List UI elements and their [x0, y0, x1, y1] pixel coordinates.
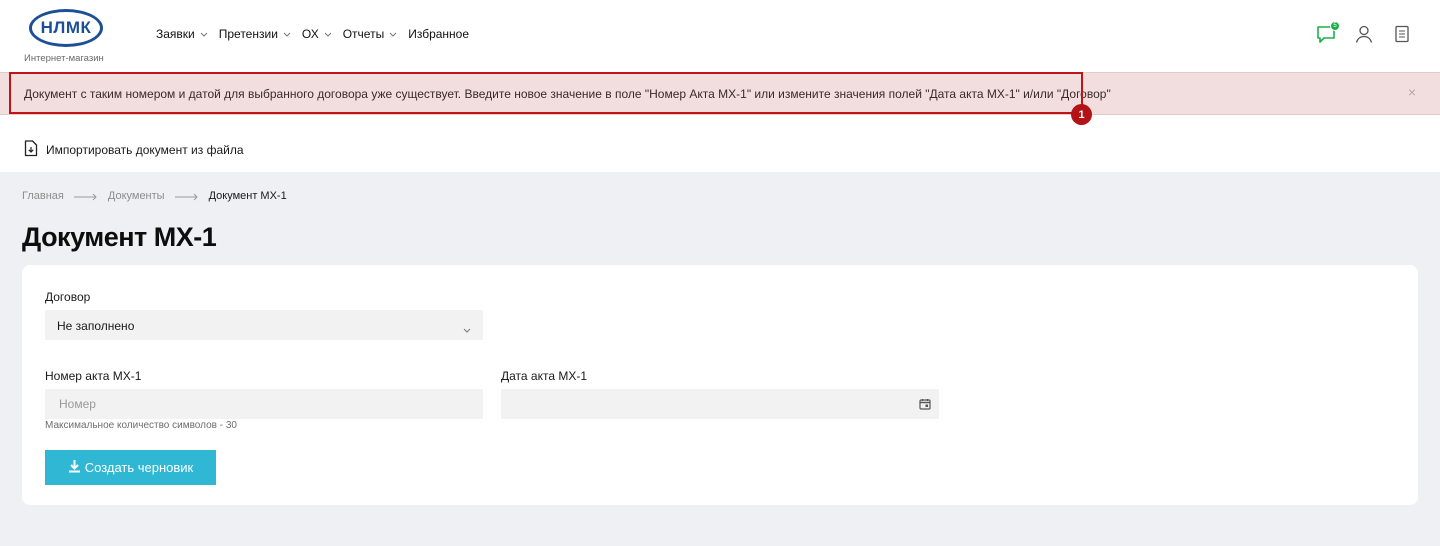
act-number-label: Номер акта МХ-1: [45, 369, 142, 383]
messages-badge: 5: [1330, 21, 1340, 31]
breadcrumb-documents[interactable]: Документы: [108, 190, 165, 202]
chevron-down-icon: [389, 30, 397, 38]
calendar-icon[interactable]: [919, 397, 931, 410]
breadcrumb-home[interactable]: Главная: [22, 190, 64, 202]
nav-item-label: Отчеты: [342, 27, 385, 41]
chat-icon[interactable]: 5: [1316, 21, 1340, 44]
breadcrumb: Главная Документы Документ МХ-1: [22, 190, 287, 202]
chevron-down-icon: [283, 30, 291, 38]
act-date-input[interactable]: [501, 389, 939, 419]
alert-message: Документ с таким номером и датой для выб…: [24, 87, 1111, 101]
nav-item-label: Заявки: [156, 27, 195, 41]
chevron-down-icon: [324, 30, 332, 38]
page-title: Документ МХ-1: [22, 222, 217, 252]
error-alert: Документ с таким номером и датой для выб…: [0, 72, 1440, 115]
nav-item-label: Избранное: [408, 27, 470, 41]
nav-item-claims[interactable]: Претензии: [219, 27, 291, 41]
create-draft-button[interactable]: Создать черновик: [45, 450, 216, 485]
logo-subtitle: Интернет-магазин: [24, 53, 104, 64]
header-actions: 5: [1316, 21, 1412, 44]
close-icon[interactable]: ×: [1408, 84, 1416, 100]
logo[interactable]: НЛМК Интернет-магазин: [24, 9, 108, 65]
logo-emblem: НЛМК: [29, 9, 103, 47]
nav-item-reports[interactable]: Отчеты: [343, 27, 397, 41]
main-nav: Заявки Претензии ОХ Отчеты Избранное: [156, 27, 480, 41]
act-number-hint: Максимальное количество символов - 30: [45, 420, 237, 431]
contract-select-value: Не заполнено: [57, 319, 135, 333]
download-icon: [68, 459, 81, 476]
nav-item-label: ОХ: [301, 27, 319, 41]
import-label: Импортировать документ из файла: [46, 143, 244, 157]
create-draft-label: Создать черновик: [84, 460, 194, 475]
logo-text: НЛМК: [40, 18, 92, 37]
chevron-down-icon: [463, 322, 471, 336]
main-content: Главная Документы Документ МХ-1 Документ…: [0, 172, 1440, 546]
nav-item-favorites[interactable]: Избранное: [408, 27, 469, 41]
contract-label: Договор: [45, 290, 91, 304]
breadcrumb-current: Документ МХ-1: [208, 190, 287, 202]
nav-item-ox[interactable]: ОХ: [302, 27, 332, 41]
nav-item-requests[interactable]: Заявки: [156, 27, 208, 41]
user-icon[interactable]: [1354, 24, 1374, 44]
nav-item-label: Претензии: [218, 27, 278, 41]
arrow-right-icon: [174, 192, 199, 201]
import-document-link[interactable]: Импортировать документ из файла: [24, 140, 244, 160]
chevron-down-icon: [200, 30, 208, 38]
form-card: Договор Не заполнено Номер акта МХ-1 Мак…: [22, 265, 1418, 505]
act-number-input[interactable]: [45, 389, 483, 419]
annotation-marker: 1: [1071, 104, 1092, 125]
book-icon[interactable]: [1392, 24, 1412, 44]
act-date-label: Дата акта МХ-1: [501, 369, 588, 383]
contract-select[interactable]: Не заполнено: [45, 310, 483, 340]
file-import-icon: [24, 140, 38, 160]
arrow-right-icon: [73, 192, 98, 201]
header: НЛМК Интернет-магазин Заявки Претензии О…: [0, 0, 1440, 72]
